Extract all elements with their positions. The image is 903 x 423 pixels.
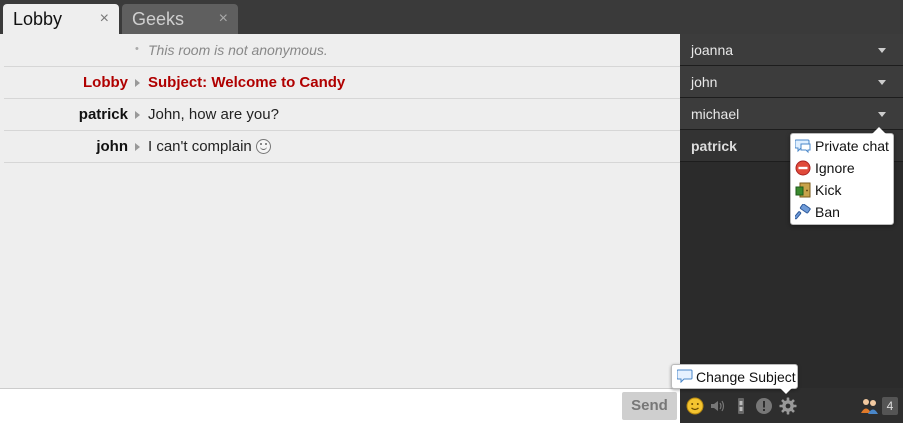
- message-text-content: I can't complain: [148, 138, 252, 155]
- chat-message: john I can't complain: [4, 130, 680, 163]
- message-input[interactable]: [6, 393, 615, 420]
- usercount-icon: [861, 399, 878, 414]
- roster-user[interactable]: joanna: [680, 34, 903, 66]
- smiley-emoticon-icon: [255, 139, 271, 154]
- info-message: • This room is not anonymous.: [4, 34, 680, 67]
- roster-username: patrick: [691, 138, 737, 154]
- message-form: [0, 388, 680, 423]
- speech-bubble-icon: [677, 369, 693, 383]
- chevron-down-icon[interactable]: [878, 80, 886, 85]
- chat-message: patrick John, how are you?: [4, 98, 680, 131]
- message-text: John, how are you?: [148, 106, 279, 123]
- menu-item-label: Kick: [815, 182, 842, 198]
- menu-item-label: Private chat: [815, 138, 889, 154]
- emoticons-icon[interactable]: [686, 397, 704, 415]
- subject-message: Lobby Subject: Welcome to Candy: [4, 66, 680, 99]
- chevron-down-icon[interactable]: [878, 112, 886, 117]
- menu-item-label: Ban: [815, 204, 840, 220]
- bullet-icon: •: [135, 43, 139, 55]
- menu-item-private-chat[interactable]: Private chat: [795, 135, 891, 157]
- user-context-menu: Private chat Ignore Kick Ban: [790, 127, 894, 225]
- message-sender[interactable]: john: [96, 138, 128, 155]
- sound-icon[interactable]: [709, 397, 727, 415]
- menu-item-ignore[interactable]: Ignore: [795, 157, 891, 179]
- close-tab-icon[interactable]: ×: [219, 4, 228, 34]
- ban-hammer-icon: [795, 204, 811, 220]
- roster-user[interactable]: michael: [680, 98, 903, 130]
- tooltip-label: Change Subject: [696, 369, 796, 385]
- kick-door-icon: [795, 182, 811, 198]
- tab-bar: Lobby × Geeks ×: [0, 0, 903, 35]
- change-subject-tooltip: Change Subject: [671, 364, 798, 394]
- send-button[interactable]: Send: [622, 392, 677, 420]
- tab-geeks[interactable]: Geeks ×: [122, 4, 238, 34]
- usercount-badge: 4: [882, 397, 898, 415]
- roster-username: john: [691, 74, 718, 90]
- menu-item-label: Ignore: [815, 160, 855, 176]
- chevron-down-icon[interactable]: [878, 48, 886, 53]
- menu-item-kick[interactable]: Kick: [795, 179, 891, 201]
- menu-item-ban[interactable]: Ban: [795, 201, 891, 223]
- message-pane: • This room is not anonymous. Lobby Subj…: [0, 34, 680, 388]
- message-text: I can't complain: [148, 138, 271, 155]
- close-tab-icon[interactable]: ×: [100, 4, 109, 34]
- roster-username: michael: [691, 106, 740, 122]
- speech-bubble-icon: [795, 139, 811, 154]
- statusmessage-icon[interactable]: [755, 397, 773, 415]
- settings-gear-icon[interactable]: [779, 397, 797, 415]
- arrow-right-icon: [135, 79, 140, 87]
- arrow-right-icon: [135, 143, 140, 151]
- roster-username: joanna: [691, 42, 734, 58]
- tab-label: Geeks: [132, 9, 185, 29]
- message-sender: Lobby: [83, 74, 128, 91]
- ignore-icon: [795, 160, 811, 176]
- roster-user[interactable]: john: [680, 66, 903, 98]
- tab-lobby[interactable]: Lobby ×: [3, 4, 119, 34]
- message-text: This room is not anonymous.: [148, 42, 328, 58]
- message-sender[interactable]: patrick: [79, 106, 128, 123]
- arrow-right-icon: [135, 111, 140, 119]
- tab-label: Lobby: [13, 9, 63, 29]
- autoscroll-icon[interactable]: [732, 397, 750, 415]
- message-text: Subject: Welcome to Candy: [148, 74, 346, 91]
